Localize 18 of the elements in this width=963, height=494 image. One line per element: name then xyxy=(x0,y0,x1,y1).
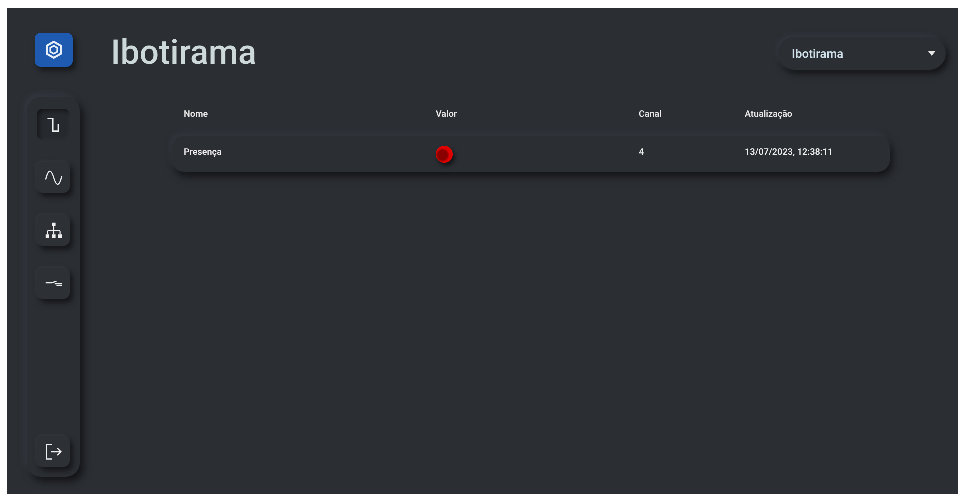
hierarchy-icon xyxy=(44,222,62,240)
column-header: Canal xyxy=(639,109,663,122)
table-cell-text: 13/07/2023, 12:38:11 xyxy=(745,147,834,160)
table-cell-text: Presença xyxy=(184,147,223,160)
column-header: Nome xyxy=(184,109,210,122)
caret-icon xyxy=(928,51,936,56)
table-cell-text: 4 xyxy=(639,147,646,160)
nav-button[interactable] xyxy=(37,162,70,193)
location-dropdown[interactable]: Ibotirama xyxy=(778,37,946,70)
nav-button[interactable] xyxy=(37,268,70,299)
logout-icon xyxy=(44,442,62,460)
column-header: Atualização xyxy=(745,109,794,122)
logout-button[interactable] xyxy=(37,436,70,467)
page-title: Ibotirama xyxy=(111,32,257,74)
sine-wave-icon xyxy=(44,168,62,186)
app-logo-icon xyxy=(34,33,72,67)
column-header: Valor xyxy=(436,109,458,122)
nav-button[interactable] xyxy=(37,215,70,246)
